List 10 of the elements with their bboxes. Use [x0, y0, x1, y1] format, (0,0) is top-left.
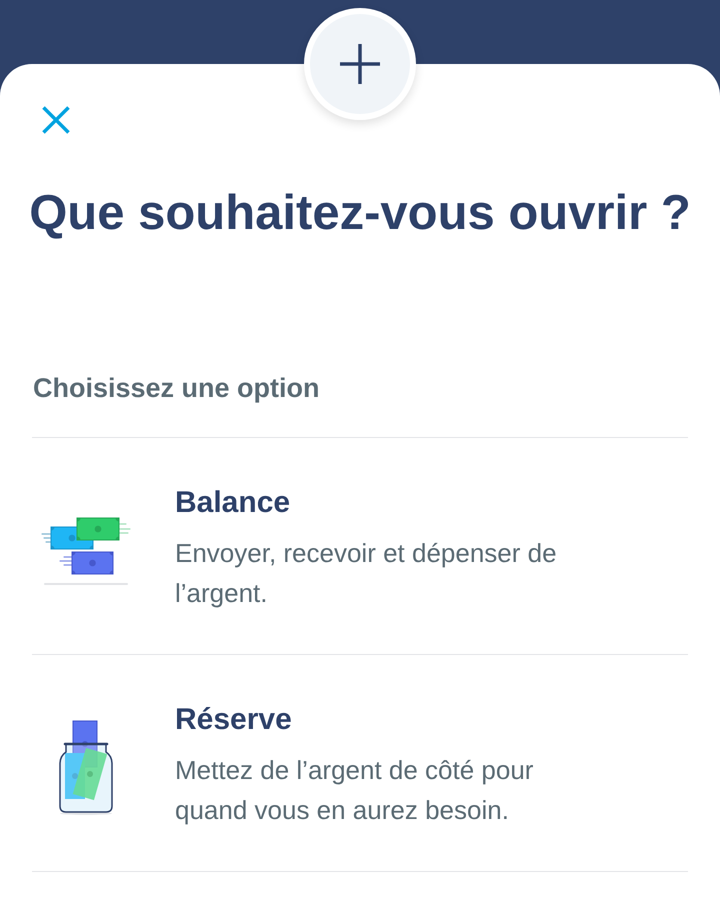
option-item[interactable]: Balance Envoyer, recevoir et dépenser de l’argent.: [32, 438, 688, 655]
plus-icon: [339, 43, 381, 85]
page-title: Que souhaitez-vous ouvrir ?: [28, 187, 692, 239]
option-title: Balance: [175, 485, 292, 521]
option-item[interactable]: Réserve Mettez de l’argent de côté pour quand vous en aurez besoin.: [32, 655, 688, 872]
section-label: Choisissez une option: [33, 372, 321, 404]
option-description: Envoyer, recevoir et dépenser de l’argent.: [175, 537, 558, 610]
option-title: Réserve: [175, 702, 293, 738]
close-icon[interactable]: [42, 106, 70, 134]
option-description: Mettez de l’argent de côté pour quand vous en aurez besoin.: [175, 754, 534, 827]
